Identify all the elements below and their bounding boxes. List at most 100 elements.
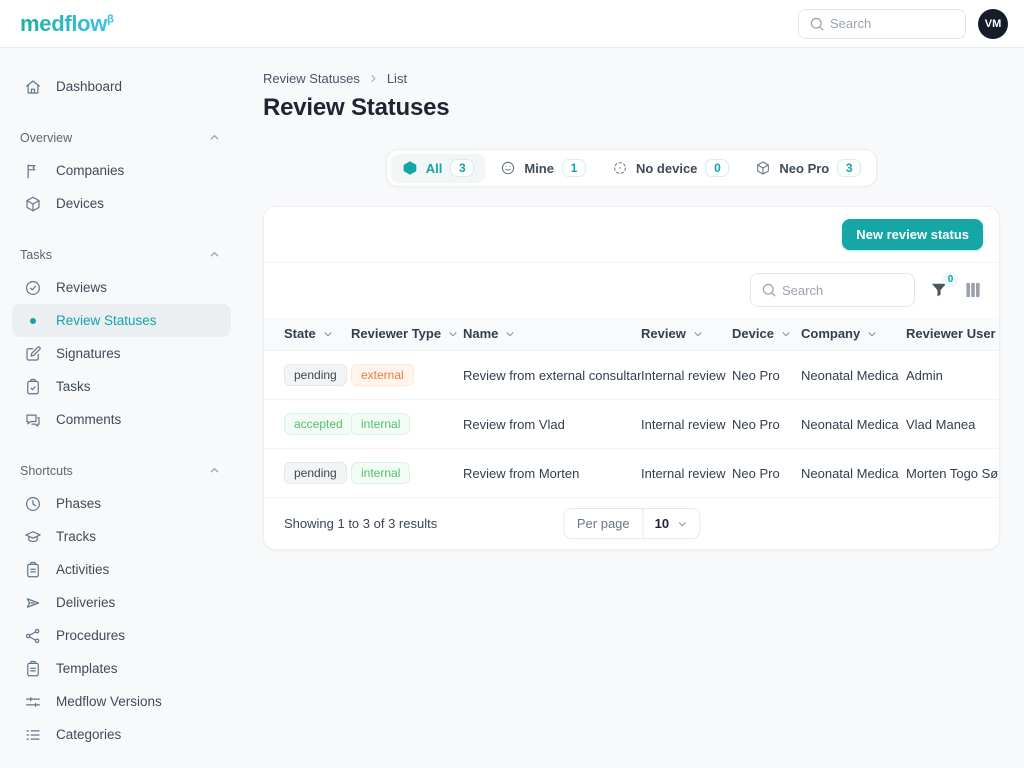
sidebar-item-activities[interactable]: Activities <box>12 553 231 586</box>
tab-count-badge: 1 <box>562 159 586 177</box>
cell-device: Neo Pro <box>732 351 801 400</box>
breadcrumb-item[interactable]: Review Statuses <box>263 71 360 86</box>
cube-filled-icon <box>402 160 418 176</box>
chevron-down-icon <box>866 328 878 340</box>
cell-company: Neonatal Medica <box>801 400 906 449</box>
table-footer: Showing 1 to 3 of 3 results Per page 10 <box>264 497 999 549</box>
tab-count-badge: 0 <box>705 159 729 177</box>
breadcrumb-item[interactable]: List <box>387 71 407 86</box>
sidebar-item-deliveries[interactable]: Deliveries <box>12 586 231 619</box>
sidebar-item-phases[interactable]: Phases <box>12 487 231 520</box>
chevron-up-icon <box>208 464 221 477</box>
chevron-down-icon <box>322 328 334 340</box>
share-nodes-icon <box>24 627 42 645</box>
pen-square-icon <box>24 345 42 363</box>
chevron-down-icon <box>780 328 792 340</box>
state-badge: accepted <box>284 413 351 435</box>
sidebar-item-review-statuses[interactable]: Review Statuses <box>12 304 231 337</box>
clipboard-list-icon <box>24 561 42 579</box>
sidebar-item-signatures[interactable]: Signatures <box>12 337 231 370</box>
tab-neo-pro[interactable]: Neo Pro 3 <box>744 154 872 182</box>
cell-review: Internal review <box>641 400 732 449</box>
table-row[interactable]: pending internal Review from Morten Inte… <box>264 449 999 498</box>
column-header-company[interactable]: Company <box>801 326 878 341</box>
sidebar-section-tasks[interactable]: Tasks <box>0 238 243 271</box>
cell-name: Review from Morten <box>463 449 641 498</box>
app-logo: medflowβ <box>20 11 114 37</box>
list-icon <box>24 726 42 744</box>
global-search <box>798 9 966 39</box>
per-page-control: Per page 10 <box>563 508 700 539</box>
review-statuses-table: State Reviewer Type Name Review Device C… <box>264 317 999 497</box>
sidebar-item-reviews[interactable]: Reviews <box>12 271 231 304</box>
sidebar-item-devices[interactable]: Devices <box>12 187 231 220</box>
column-header-name[interactable]: Name <box>463 326 516 341</box>
reviewer-type-badge: external <box>351 364 414 386</box>
sidebar-section-overview[interactable]: Overview <box>0 121 243 154</box>
tab-count-badge: 3 <box>450 159 474 177</box>
cell-name: Review from Vlad <box>463 400 641 449</box>
cell-reviewer-user: Admin <box>906 351 999 400</box>
reviewer-type-badge: internal <box>351 462 410 484</box>
smiley-icon <box>500 160 516 176</box>
sidebar-item-comments[interactable]: Comments <box>12 403 231 436</box>
sidebar-item-dashboard[interactable]: Dashboard <box>12 70 231 103</box>
column-header-state[interactable]: State <box>284 326 334 341</box>
table-row[interactable]: pending external Review from external co… <box>264 351 999 400</box>
active-dot-icon <box>24 318 42 324</box>
cell-company: Neonatal Medica <box>801 351 906 400</box>
search-icon <box>760 281 778 299</box>
sidebar-item-tasks[interactable]: Tasks <box>12 370 231 403</box>
scan-icon <box>612 160 628 176</box>
sidebar-item-templates[interactable]: Templates <box>12 652 231 685</box>
sidebar-section-shortcuts[interactable]: Shortcuts <box>0 454 243 487</box>
chat-bubbles-icon <box>24 411 42 429</box>
cube-icon <box>24 195 42 213</box>
sidebar-item-medflow-versions[interactable]: Medflow Versions <box>12 685 231 718</box>
column-header-review[interactable]: Review <box>641 326 704 341</box>
home-icon <box>24 78 42 96</box>
review-statuses-card: New review status 0 <box>263 206 1000 550</box>
cell-name: Review from external consultant <box>463 351 641 400</box>
chevron-up-icon <box>208 131 221 144</box>
clipboard-check-icon <box>24 378 42 396</box>
graduation-cap-icon <box>24 528 42 546</box>
sidebar-item-tracks[interactable]: Tracks <box>12 520 231 553</box>
sidebar-item-procedures[interactable]: Procedures <box>12 619 231 652</box>
tab-no-device[interactable]: No device 0 <box>601 154 740 182</box>
column-header-reviewer-type[interactable]: Reviewer Type <box>351 326 459 341</box>
top-bar: medflowβ VM <box>0 0 1024 48</box>
chevron-right-icon <box>368 73 379 84</box>
table-row[interactable]: accepted internal Review from Vlad Inter… <box>264 400 999 449</box>
cell-review: Internal review <box>641 351 732 400</box>
tab-all[interactable]: All 3 <box>391 154 486 182</box>
sidebar-item-categories[interactable]: Categories <box>12 718 231 751</box>
chevron-down-icon <box>692 328 704 340</box>
cell-device: Neo Pro <box>732 400 801 449</box>
columns-button[interactable] <box>963 280 983 300</box>
chevron-up-icon <box>208 248 221 261</box>
state-badge: pending <box>284 462 347 484</box>
chevron-down-icon <box>447 328 459 340</box>
page-title: Review Statuses <box>263 94 1000 122</box>
column-header-device[interactable]: Device <box>732 326 792 341</box>
sidebar: Dashboard Overview Companies Devices Tas… <box>0 48 243 768</box>
cell-reviewer-user: Vlad Manea <box>906 400 999 449</box>
cell-company: Neonatal Medica <box>801 449 906 498</box>
column-header-reviewer-user[interactable]: Reviewer User <box>906 326 999 341</box>
user-avatar[interactable]: VM <box>978 9 1008 39</box>
tab-mine[interactable]: Mine 1 <box>489 154 597 182</box>
clipboard-icon <box>24 660 42 678</box>
filter-button[interactable]: 0 <box>929 280 949 300</box>
cell-review: Internal review <box>641 449 732 498</box>
reviewer-type-badge: internal <box>351 413 410 435</box>
main-content: Review Statuses List Review Statuses All… <box>243 48 1024 768</box>
new-review-status-button[interactable]: New review status <box>842 219 983 250</box>
results-summary: Showing 1 to 3 of 3 results <box>284 516 437 531</box>
sidebar-item-companies[interactable]: Companies <box>12 154 231 187</box>
clock-icon <box>24 495 42 513</box>
per-page-select[interactable]: 10 <box>644 509 699 538</box>
tab-count-badge: 3 <box>837 159 861 177</box>
table-search <box>750 273 915 307</box>
chevron-down-icon <box>676 518 688 530</box>
